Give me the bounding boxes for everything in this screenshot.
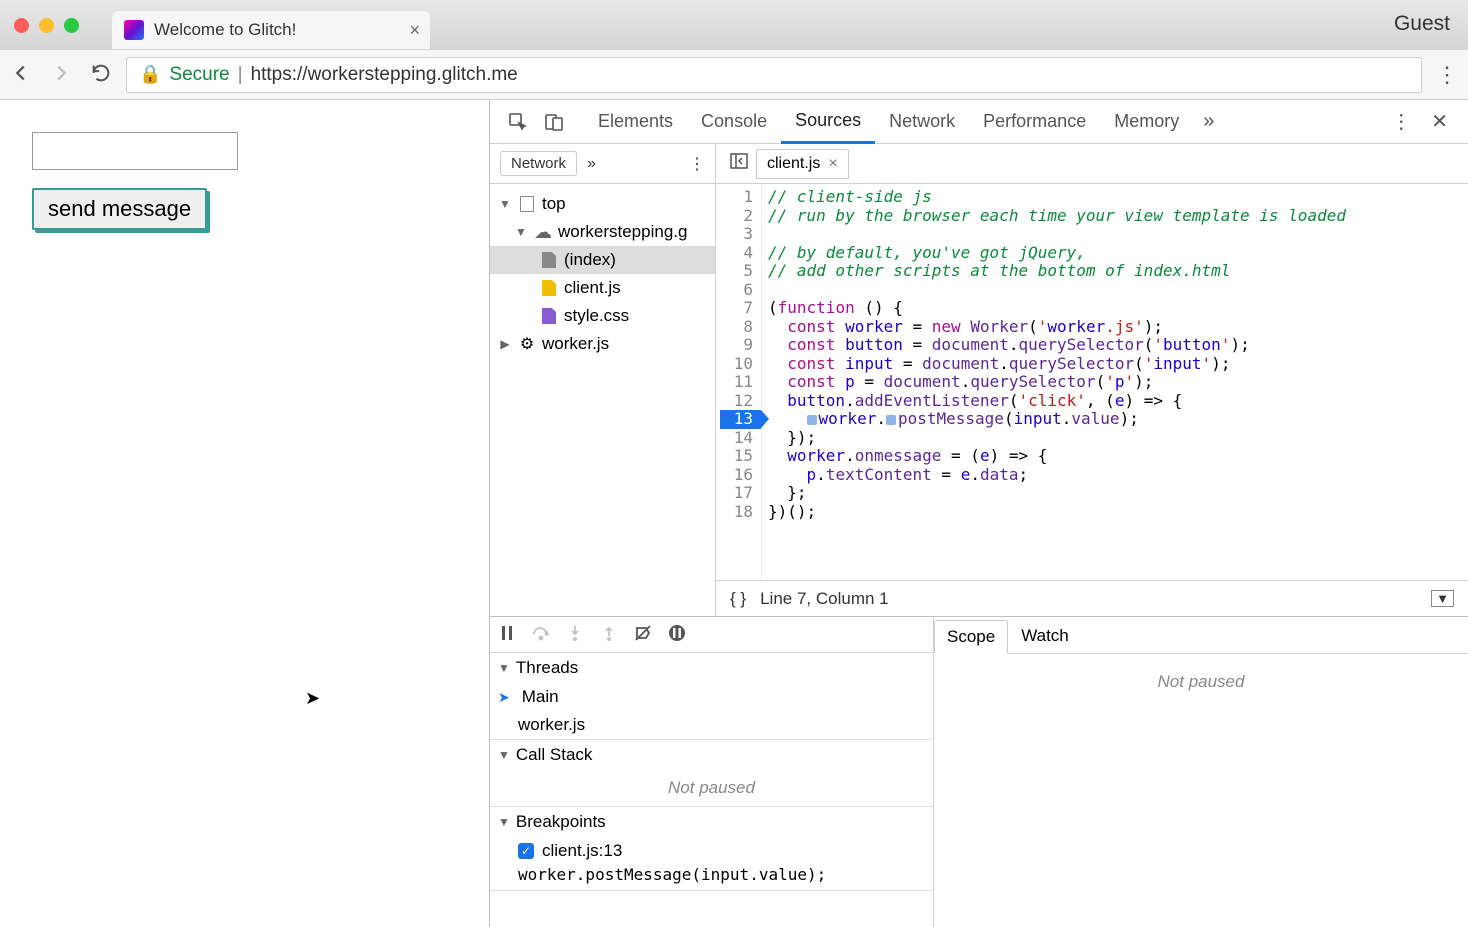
message-input[interactable] xyxy=(32,132,238,170)
step-over-button[interactable] xyxy=(532,624,550,645)
breakpoints-header[interactable]: ▼ Breakpoints xyxy=(490,807,933,837)
step-into-button[interactable] xyxy=(566,624,584,645)
tab-title: Welcome to Glitch! xyxy=(154,20,296,40)
maximize-window-button[interactable] xyxy=(64,18,79,33)
tab-performance[interactable]: Performance xyxy=(969,100,1100,144)
device-toggle-icon[interactable] xyxy=(536,112,572,132)
worker-icon: ⚙ xyxy=(518,334,536,354)
devtools-tabstrip: Elements Console Sources Network Perform… xyxy=(490,100,1468,144)
document-icon xyxy=(542,252,556,268)
frame-icon xyxy=(520,196,534,212)
code-editor: client.js × 123456789101112131415161718 … xyxy=(716,144,1468,616)
close-devtools-icon[interactable]: ✕ xyxy=(1421,109,1458,134)
minimize-window-button[interactable] xyxy=(39,18,54,33)
guest-label[interactable]: Guest xyxy=(1394,12,1450,36)
more-navigator-icon[interactable]: » xyxy=(587,155,596,173)
send-message-button[interactable]: send message xyxy=(32,188,207,230)
page-content: send message xyxy=(0,100,490,927)
css-file-icon xyxy=(542,308,556,324)
lock-icon: 🔒 xyxy=(139,64,161,85)
browser-tab[interactable]: Welcome to Glitch! × xyxy=(112,11,430,49)
tree-file-clientjs[interactable]: client.js xyxy=(490,274,715,302)
tab-memory[interactable]: Memory xyxy=(1100,100,1193,144)
code-area[interactable]: 123456789101112131415161718 // client-si… xyxy=(716,184,1468,580)
pause-on-exceptions-button[interactable] xyxy=(668,624,686,645)
pretty-print-icon[interactable]: { } xyxy=(730,589,746,609)
tree-domain[interactable]: ▼ ☁ workerstepping.glitch.me xyxy=(490,218,715,246)
tab-console[interactable]: Console xyxy=(687,100,781,144)
toggle-console-icon[interactable]: ▼ xyxy=(1431,590,1454,607)
scope-watch-panel: Scope Watch Not paused xyxy=(934,617,1468,927)
watch-tab[interactable]: Watch xyxy=(1008,619,1082,653)
call-stack-empty: Not paused xyxy=(490,770,933,806)
tab-sources[interactable]: Sources xyxy=(781,100,875,144)
breakpoint-item[interactable]: ✓ client.js:13 xyxy=(490,837,933,865)
cursor-position: Line 7, Column 1 xyxy=(760,589,889,609)
browser-menu-icon[interactable]: ⋮ xyxy=(1436,62,1458,88)
scope-tab[interactable]: Scope xyxy=(934,620,1008,654)
thread-main[interactable]: Main xyxy=(490,683,933,711)
tab-elements[interactable]: Elements xyxy=(584,100,687,144)
forward-button[interactable] xyxy=(50,62,72,87)
cloud-icon: ☁ xyxy=(534,222,552,243)
js-file-icon xyxy=(542,280,556,296)
reload-button[interactable] xyxy=(90,62,112,87)
thread-worker[interactable]: worker.js xyxy=(490,711,933,739)
threads-header[interactable]: ▼ Threads xyxy=(490,653,933,683)
editor-tab-clientjs[interactable]: client.js × xyxy=(756,149,849,179)
breakpoint-code: worker.postMessage(input.value); xyxy=(490,865,933,890)
devtools-menu-icon[interactable]: ⋮ xyxy=(1381,109,1421,134)
back-button[interactable] xyxy=(10,62,32,87)
address-bar: 🔒 Secure | https://workerstepping.glitch… xyxy=(0,50,1468,100)
more-tabs-icon[interactable]: » xyxy=(1193,110,1224,133)
tree-worker[interactable]: ▶ ⚙ worker.js xyxy=(490,330,715,358)
tree-file-index[interactable]: (index) xyxy=(490,246,715,274)
secure-label: Secure xyxy=(169,64,229,86)
tree-top[interactable]: ▼ top xyxy=(490,190,715,218)
window-titlebar: Welcome to Glitch! × Guest xyxy=(0,0,1468,50)
devtools-panel: Elements Console Sources Network Perform… xyxy=(490,100,1468,927)
scope-empty: Not paused xyxy=(934,664,1468,700)
pause-button[interactable] xyxy=(498,624,516,645)
url-input[interactable]: 🔒 Secure | https://workerstepping.glitch… xyxy=(126,57,1422,93)
url-text: https://workerstepping.glitch.me xyxy=(251,64,518,86)
toggle-navigator-icon[interactable] xyxy=(722,152,756,175)
breakpoint-checkbox[interactable]: ✓ xyxy=(518,843,534,859)
debugger-panel: ▼ Threads Main worker.js ▼ Call Stack No… xyxy=(490,617,934,927)
close-file-icon[interactable]: × xyxy=(828,155,837,173)
close-tab-icon[interactable]: × xyxy=(409,20,420,41)
navigator-menu-icon[interactable]: ⋮ xyxy=(689,154,705,174)
favicon-icon xyxy=(124,20,144,40)
step-out-button[interactable] xyxy=(600,624,618,645)
tab-network[interactable]: Network xyxy=(875,100,969,144)
sources-navigator: Network » ⋮ ▼ top ▼ ☁ xyxy=(490,144,716,616)
inspect-element-icon[interactable] xyxy=(500,112,536,132)
close-window-button[interactable] xyxy=(14,18,29,33)
navigator-dropdown[interactable]: Network xyxy=(500,151,577,176)
deactivate-breakpoints-button[interactable] xyxy=(634,624,652,645)
tree-file-stylecss[interactable]: style.css xyxy=(490,302,715,330)
call-stack-header[interactable]: ▼ Call Stack xyxy=(490,740,933,770)
